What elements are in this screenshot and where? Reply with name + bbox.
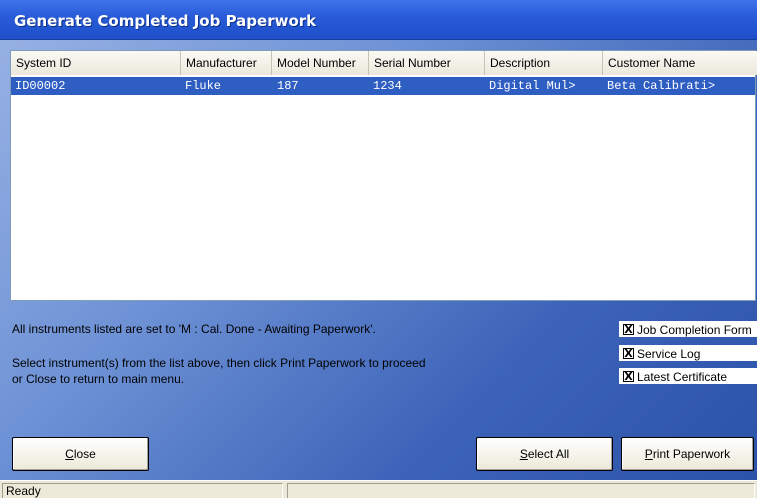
column-system-id[interactable]: System ID <box>11 51 181 75</box>
cell-customer-name: Beta Calibrati> <box>607 79 716 93</box>
cell-system-id: ID00002 <box>15 79 66 93</box>
close-button-label: lose <box>73 447 96 461</box>
status-bar: Ready <box>0 480 757 498</box>
cell-manufacturer: Fluke <box>185 79 222 93</box>
checkbox-checked-icon: X <box>623 347 634 360</box>
cell-serial-number: 1234 <box>373 79 402 93</box>
table-row[interactable]: ID00002 Fluke 187 1234 Digital Mul> Beta… <box>11 77 755 95</box>
status-secondary <box>287 483 755 498</box>
job-completion-form-checkbox[interactable]: X Job Completion Form <box>619 321 757 337</box>
column-serial-number[interactable]: Serial Number <box>369 51 485 75</box>
close-button[interactable]: Close <box>12 437 149 471</box>
column-model-number[interactable]: Model Number <box>272 51 369 75</box>
title-bar[interactable]: Generate Completed Job Paperwork <box>0 0 757 40</box>
instruction-line-1: Select instrument(s) from the list above… <box>12 356 426 370</box>
select-all-button[interactable]: Select All <box>476 437 613 471</box>
checkbox-checked-icon: X <box>623 323 634 336</box>
list-header: System ID Manufacturer Model Number Seri… <box>11 51 757 75</box>
select-all-accel-key: S <box>519 447 528 461</box>
service-log-checkbox[interactable]: X Service Log <box>619 345 757 361</box>
cell-model-number: 187 <box>277 79 299 93</box>
status-text: Ready <box>2 483 283 498</box>
print-accel-key: P <box>644 447 653 461</box>
job-completion-form-label: Job Completion Form <box>637 323 752 337</box>
instruction-line-2: or Close to return to main menu. <box>12 372 185 386</box>
status-message: All instruments listed are set to 'M : C… <box>12 322 376 336</box>
column-description[interactable]: Description <box>485 51 603 75</box>
column-customer-name[interactable]: Customer Name <box>603 51 757 75</box>
window-title: Generate Completed Job Paperwork <box>14 12 317 30</box>
print-paperwork-button[interactable]: Print Paperwork <box>621 437 754 471</box>
print-paperwork-button-label: rint Paperwork <box>652 447 731 461</box>
service-log-label: Service Log <box>637 347 701 361</box>
latest-certificate-label: Latest Certificate <box>637 370 728 384</box>
select-all-button-label: elect All <box>527 447 570 461</box>
cell-description: Digital Mul> <box>489 79 576 93</box>
close-accel-key: C <box>65 447 74 461</box>
checkbox-checked-icon: X <box>623 370 634 383</box>
dialog-window: Generate Completed Job Paperwork System … <box>0 0 757 498</box>
column-manufacturer[interactable]: Manufacturer <box>181 51 272 75</box>
instrument-list[interactable]: System ID Manufacturer Model Number Seri… <box>10 50 757 301</box>
latest-certificate-checkbox[interactable]: X Latest Certificate <box>619 368 757 384</box>
